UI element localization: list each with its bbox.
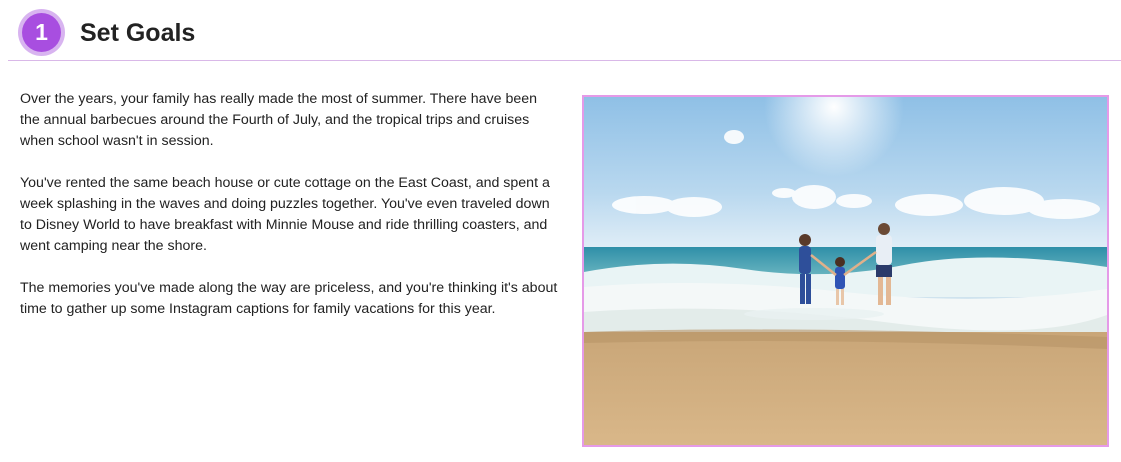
- step-number-badge: 1: [18, 9, 65, 56]
- section-title: Set Goals: [80, 19, 196, 47]
- beach-family-photo: [582, 95, 1109, 447]
- paragraph-1: Over the years, your family has really m…: [20, 91, 538, 149]
- body-text: Over the years, your family has really m…: [20, 89, 560, 341]
- step-number: 1: [22, 13, 61, 52]
- paragraph-2: You've rented the same beach house or cu…: [20, 175, 550, 254]
- paragraph-3: The memories you've made along the way a…: [20, 280, 558, 317]
- beach-photo-illustration: [584, 97, 1107, 445]
- section-header: 1 Set Goals: [8, 0, 1121, 61]
